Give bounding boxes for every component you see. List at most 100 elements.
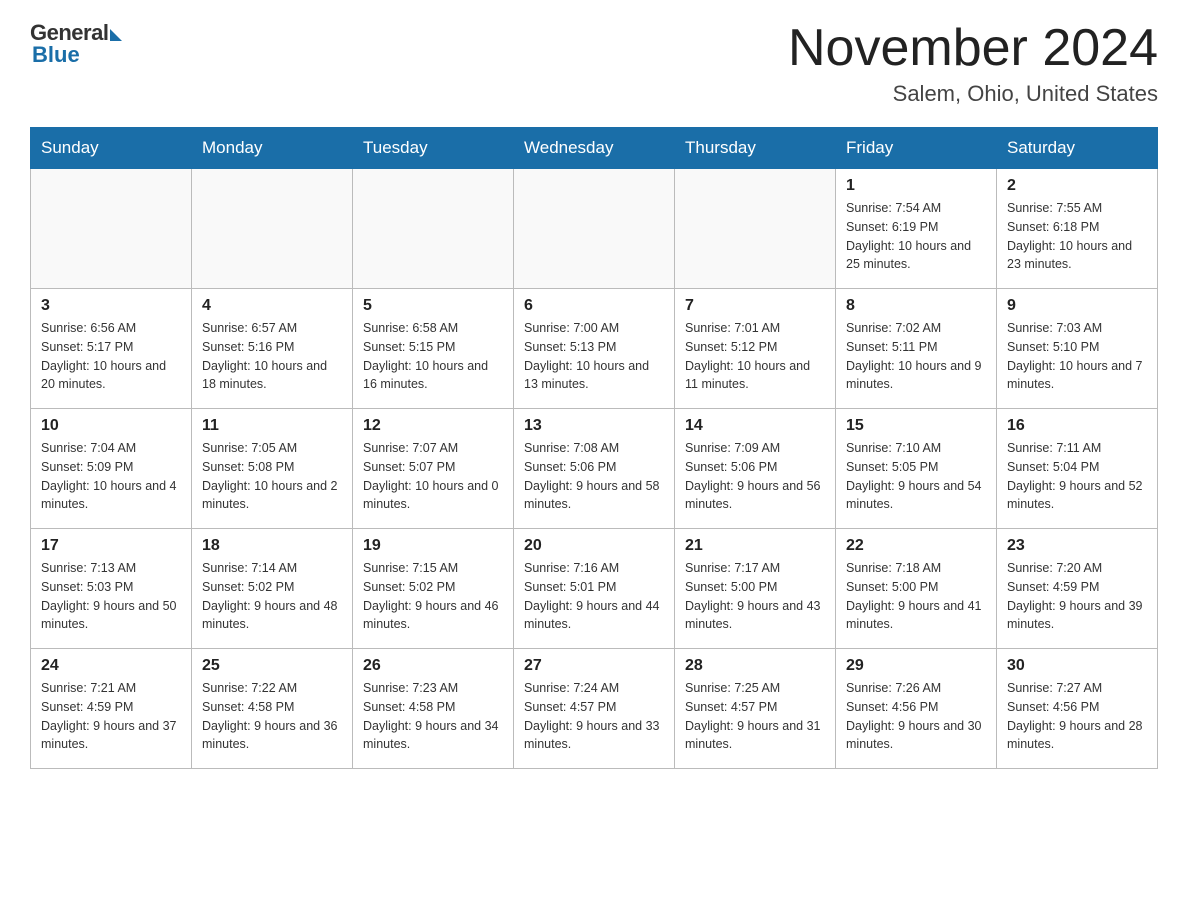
day-number: 17 bbox=[41, 537, 181, 555]
day-number: 2 bbox=[1007, 177, 1147, 195]
day-info: Sunrise: 7:55 AMSunset: 6:18 PMDaylight:… bbox=[1007, 199, 1147, 274]
day-info: Sunrise: 7:11 AMSunset: 5:04 PMDaylight:… bbox=[1007, 439, 1147, 514]
day-number: 18 bbox=[202, 537, 342, 555]
calendar-day-cell bbox=[353, 169, 514, 289]
calendar-day-cell: 23 Sunrise: 7:20 AMSunset: 4:59 PMDayligh… bbox=[997, 529, 1158, 649]
day-number: 10 bbox=[41, 417, 181, 435]
calendar-day-cell: 16 Sunrise: 7:11 AMSunset: 5:04 PMDayligh… bbox=[997, 409, 1158, 529]
day-number: 27 bbox=[524, 657, 664, 675]
day-number: 9 bbox=[1007, 297, 1147, 315]
calendar-week-row: 17Sunrise: 7:13 AMSunset: 5:03 PMDayligh… bbox=[31, 529, 1158, 649]
day-info: Sunrise: 7:04 AMSunset: 5:09 PMDaylight:… bbox=[41, 439, 181, 514]
day-number: 4 bbox=[202, 297, 342, 315]
day-number: 1 bbox=[846, 177, 986, 195]
calendar-day-cell: 11Sunrise: 7:05 AMSunset: 5:08 PMDayligh… bbox=[192, 409, 353, 529]
calendar-day-cell: 6 Sunrise: 7:00 AMSunset: 5:13 PMDaylight… bbox=[514, 289, 675, 409]
calendar-day-cell: 30 Sunrise: 7:27 AMSunset: 4:56 PMDayligh… bbox=[997, 649, 1158, 769]
calendar-week-row: 24Sunrise: 7:21 AMSunset: 4:59 PMDayligh… bbox=[31, 649, 1158, 769]
calendar-day-cell: 3 Sunrise: 6:56 AMSunset: 5:17 PMDaylight… bbox=[31, 289, 192, 409]
day-number: 6 bbox=[524, 297, 664, 315]
day-number: 24 bbox=[41, 657, 181, 675]
calendar-day-cell: 7 Sunrise: 7:01 AMSunset: 5:12 PMDaylight… bbox=[675, 289, 836, 409]
day-info: Sunrise: 7:10 AMSunset: 5:05 PMDaylight:… bbox=[846, 439, 986, 514]
day-info: Sunrise: 7:08 AMSunset: 5:06 PMDaylight:… bbox=[524, 439, 664, 514]
calendar-day-cell: 17Sunrise: 7:13 AMSunset: 5:03 PMDayligh… bbox=[31, 529, 192, 649]
calendar-day-cell: 27Sunrise: 7:24 AMSunset: 4:57 PMDayligh… bbox=[514, 649, 675, 769]
day-info: Sunrise: 7:20 AMSunset: 4:59 PMDaylight:… bbox=[1007, 559, 1147, 634]
day-number: 30 bbox=[1007, 657, 1147, 675]
day-info: Sunrise: 7:00 AMSunset: 5:13 PMDaylight:… bbox=[524, 319, 664, 394]
calendar-day-cell: 10 Sunrise: 7:04 AMSunset: 5:09 PMDayligh… bbox=[31, 409, 192, 529]
calendar-day-cell: 15 Sunrise: 7:10 AMSunset: 5:05 PMDayligh… bbox=[836, 409, 997, 529]
day-info: Sunrise: 7:23 AMSunset: 4:58 PMDaylight:… bbox=[363, 679, 503, 754]
calendar-table: SundayMondayTuesdayWednesdayThursdayFrid… bbox=[30, 127, 1158, 769]
day-number: 8 bbox=[846, 297, 986, 315]
day-info: Sunrise: 7:54 AMSunset: 6:19 PMDaylight:… bbox=[846, 199, 986, 274]
calendar-day-cell: 20Sunrise: 7:16 AMSunset: 5:01 PMDayligh… bbox=[514, 529, 675, 649]
calendar-weekday-header: Monday bbox=[192, 128, 353, 169]
day-info: Sunrise: 7:25 AMSunset: 4:57 PMDaylight:… bbox=[685, 679, 825, 754]
day-info: Sunrise: 7:27 AMSunset: 4:56 PMDaylight:… bbox=[1007, 679, 1147, 754]
calendar-day-cell: 29 Sunrise: 7:26 AMSunset: 4:56 PMDayligh… bbox=[836, 649, 997, 769]
logo-blue-text: Blue bbox=[32, 42, 80, 68]
day-number: 29 bbox=[846, 657, 986, 675]
day-number: 28 bbox=[685, 657, 825, 675]
day-number: 7 bbox=[685, 297, 825, 315]
calendar-day-cell: 1 Sunrise: 7:54 AMSunset: 6:19 PMDaylight… bbox=[836, 169, 997, 289]
calendar-day-cell: 8 Sunrise: 7:02 AMSunset: 5:11 PMDaylight… bbox=[836, 289, 997, 409]
calendar-day-cell: 14 Sunrise: 7:09 AMSunset: 5:06 PMDayligh… bbox=[675, 409, 836, 529]
calendar-weekday-header: Thursday bbox=[675, 128, 836, 169]
calendar-day-cell: 24Sunrise: 7:21 AMSunset: 4:59 PMDayligh… bbox=[31, 649, 192, 769]
calendar-day-cell bbox=[675, 169, 836, 289]
day-number: 3 bbox=[41, 297, 181, 315]
calendar-day-cell: 13 Sunrise: 7:08 AMSunset: 5:06 PMDayligh… bbox=[514, 409, 675, 529]
day-number: 19 bbox=[363, 537, 503, 555]
calendar-day-cell: 28 Sunrise: 7:25 AMSunset: 4:57 PMDayligh… bbox=[675, 649, 836, 769]
calendar-day-cell bbox=[514, 169, 675, 289]
calendar-day-cell: 18 Sunrise: 7:14 AMSunset: 5:02 PMDayligh… bbox=[192, 529, 353, 649]
day-number: 11 bbox=[202, 417, 342, 435]
day-info: Sunrise: 6:56 AMSunset: 5:17 PMDaylight:… bbox=[41, 319, 181, 394]
calendar-weekday-header: Friday bbox=[836, 128, 997, 169]
day-number: 20 bbox=[524, 537, 664, 555]
calendar-week-row: 10 Sunrise: 7:04 AMSunset: 5:09 PMDayligh… bbox=[31, 409, 1158, 529]
calendar-day-cell: 9Sunrise: 7:03 AMSunset: 5:10 PMDaylight… bbox=[997, 289, 1158, 409]
day-info: Sunrise: 6:57 AMSunset: 5:16 PMDaylight:… bbox=[202, 319, 342, 394]
day-info: Sunrise: 7:09 AMSunset: 5:06 PMDaylight:… bbox=[685, 439, 825, 514]
page-header: General Blue November 2024 Salem, Ohio, … bbox=[30, 20, 1158, 107]
calendar-day-cell: 26 Sunrise: 7:23 AMSunset: 4:58 PMDayligh… bbox=[353, 649, 514, 769]
calendar-day-cell: 25Sunrise: 7:22 AMSunset: 4:58 PMDayligh… bbox=[192, 649, 353, 769]
calendar-day-cell: 21Sunrise: 7:17 AMSunset: 5:00 PMDayligh… bbox=[675, 529, 836, 649]
month-year-title: November 2024 bbox=[788, 20, 1158, 77]
location-subtitle: Salem, Ohio, United States bbox=[788, 81, 1158, 107]
day-number: 14 bbox=[685, 417, 825, 435]
day-number: 21 bbox=[685, 537, 825, 555]
calendar-week-row: 3 Sunrise: 6:56 AMSunset: 5:17 PMDaylight… bbox=[31, 289, 1158, 409]
day-info: Sunrise: 7:15 AMSunset: 5:02 PMDaylight:… bbox=[363, 559, 503, 634]
day-info: Sunrise: 7:02 AMSunset: 5:11 PMDaylight:… bbox=[846, 319, 986, 394]
calendar-weekday-header: Saturday bbox=[997, 128, 1158, 169]
day-number: 13 bbox=[524, 417, 664, 435]
day-info: Sunrise: 7:18 AMSunset: 5:00 PMDaylight:… bbox=[846, 559, 986, 634]
day-number: 5 bbox=[363, 297, 503, 315]
day-info: Sunrise: 6:58 AMSunset: 5:15 PMDaylight:… bbox=[363, 319, 503, 394]
calendar-day-cell: 2 Sunrise: 7:55 AMSunset: 6:18 PMDaylight… bbox=[997, 169, 1158, 289]
day-number: 12 bbox=[363, 417, 503, 435]
calendar-weekday-header: Tuesday bbox=[353, 128, 514, 169]
calendar-day-cell: 5 Sunrise: 6:58 AMSunset: 5:15 PMDaylight… bbox=[353, 289, 514, 409]
day-info: Sunrise: 7:01 AMSunset: 5:12 PMDaylight:… bbox=[685, 319, 825, 394]
calendar-weekday-header: Wednesday bbox=[514, 128, 675, 169]
day-info: Sunrise: 7:14 AMSunset: 5:02 PMDaylight:… bbox=[202, 559, 342, 634]
calendar-day-cell bbox=[31, 169, 192, 289]
calendar-day-cell bbox=[192, 169, 353, 289]
calendar-weekday-header: Sunday bbox=[31, 128, 192, 169]
day-number: 16 bbox=[1007, 417, 1147, 435]
day-number: 15 bbox=[846, 417, 986, 435]
calendar-day-cell: 19 Sunrise: 7:15 AMSunset: 5:02 PMDayligh… bbox=[353, 529, 514, 649]
day-number: 25 bbox=[202, 657, 342, 675]
day-info: Sunrise: 7:26 AMSunset: 4:56 PMDaylight:… bbox=[846, 679, 986, 754]
day-number: 26 bbox=[363, 657, 503, 675]
logo: General Blue bbox=[30, 20, 122, 68]
day-number: 23 bbox=[1007, 537, 1147, 555]
calendar-day-cell: 22Sunrise: 7:18 AMSunset: 5:00 PMDayligh… bbox=[836, 529, 997, 649]
